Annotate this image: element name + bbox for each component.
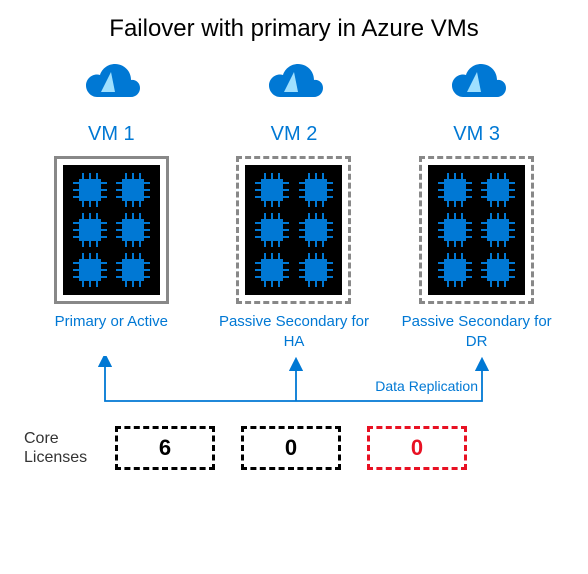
cpu-core-icon bbox=[73, 173, 107, 207]
vm-name: VM 3 bbox=[453, 123, 500, 146]
vm-role: Passive Secondary for HA bbox=[209, 312, 379, 351]
vm-role: Passive Secondary for DR bbox=[392, 312, 562, 351]
cpu-core-icon bbox=[116, 173, 150, 207]
replication-flow: Data Replication bbox=[20, 356, 568, 416]
vm-column: VM 3 Passive Secondary for DR bbox=[392, 53, 562, 351]
vm-name: VM 1 bbox=[88, 123, 135, 146]
cpu-core-icon bbox=[73, 213, 107, 247]
cpu-core-icon bbox=[299, 213, 333, 247]
cpu-core-icon bbox=[438, 173, 472, 207]
core-licenses-label: Core Licenses bbox=[24, 429, 89, 467]
vm-column: VM 2 Passive Secondary for HA bbox=[209, 53, 379, 351]
vm-column: VM 1 Primary or Active bbox=[26, 53, 196, 332]
cpu-core-icon bbox=[481, 173, 515, 207]
diagram-title: Failover with primary in Azure VMs bbox=[20, 15, 568, 43]
vm-box-passive bbox=[236, 156, 351, 304]
vm-box-passive bbox=[419, 156, 534, 304]
azure-cloud-icon bbox=[260, 53, 328, 113]
vm-cores-grid bbox=[63, 165, 160, 295]
vm-cores-grid bbox=[245, 165, 342, 295]
license-box: 0 bbox=[367, 426, 467, 470]
cpu-core-icon bbox=[255, 253, 289, 287]
replication-label: Data Replication bbox=[375, 378, 478, 394]
azure-cloud-icon bbox=[77, 53, 145, 113]
cpu-core-icon bbox=[73, 253, 107, 287]
vm-box-active bbox=[54, 156, 169, 304]
license-box: 0 bbox=[241, 426, 341, 470]
cpu-core-icon bbox=[299, 253, 333, 287]
vm-cores-grid bbox=[428, 165, 525, 295]
cpu-core-icon bbox=[481, 213, 515, 247]
license-box: 6 bbox=[115, 426, 215, 470]
cpu-core-icon bbox=[438, 213, 472, 247]
cpu-core-icon bbox=[255, 213, 289, 247]
cpu-core-icon bbox=[255, 173, 289, 207]
azure-cloud-icon bbox=[443, 53, 511, 113]
vm-row: VM 1 Primary or Active VM 2 bbox=[20, 53, 568, 351]
vm-role: Primary or Active bbox=[55, 312, 168, 332]
vm-name: VM 2 bbox=[271, 123, 318, 146]
license-row: Core Licenses 6 0 0 bbox=[20, 426, 568, 470]
cpu-core-icon bbox=[299, 173, 333, 207]
cpu-core-icon bbox=[438, 253, 472, 287]
cpu-core-icon bbox=[116, 213, 150, 247]
cpu-core-icon bbox=[116, 253, 150, 287]
cpu-core-icon bbox=[481, 253, 515, 287]
